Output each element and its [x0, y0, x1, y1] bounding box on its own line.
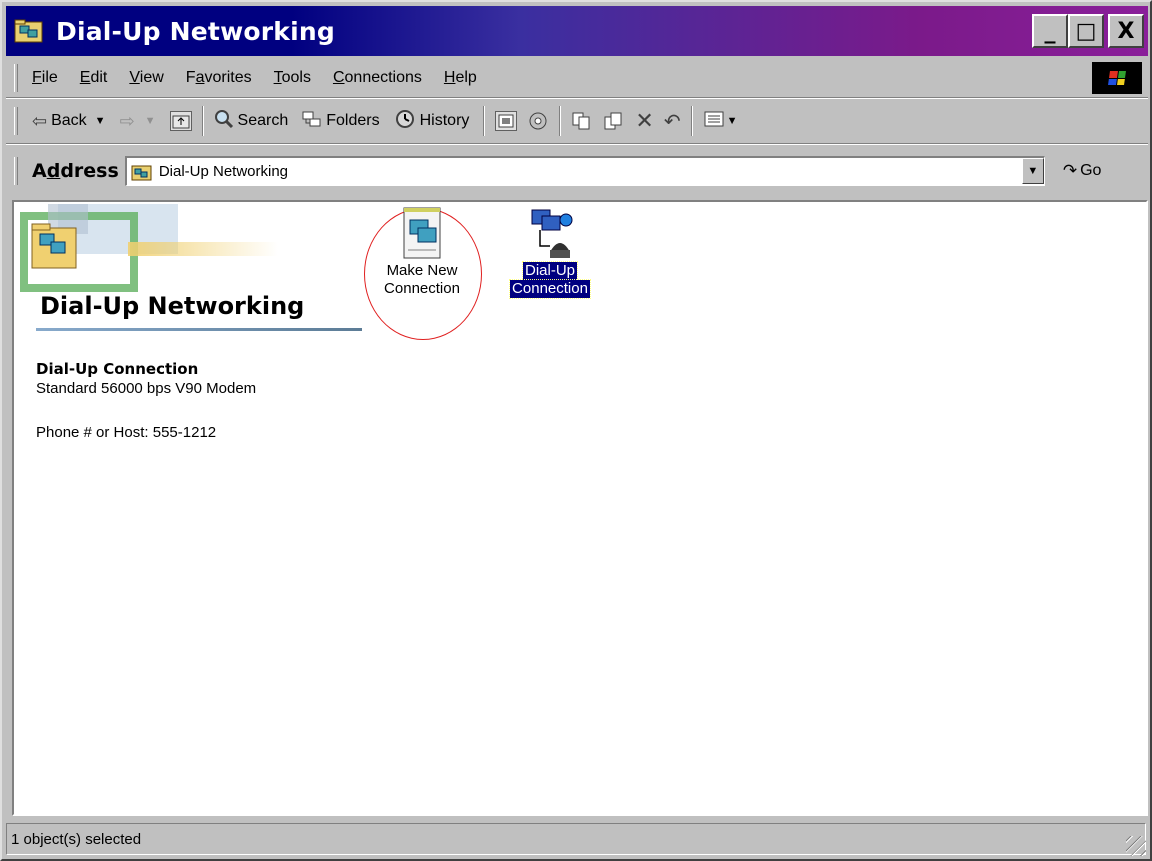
resize-grip[interactable] [1126, 836, 1146, 856]
move-to-icon[interactable] [495, 111, 518, 131]
status-pane: 1 object(s) selected [6, 823, 1146, 855]
make-new-connection-label-2: Connection [384, 280, 460, 297]
back-arrow-icon: ⇦ [32, 110, 48, 131]
make-new-connection-item[interactable]: Make New Connection [370, 206, 474, 298]
folders-icon [302, 109, 322, 134]
info-device: Standard 56000 bps V90 Modem [36, 380, 257, 397]
minimize-icon: _ [1044, 18, 1056, 44]
up-folder-icon[interactable] [169, 111, 192, 131]
back-dropdown-icon[interactable]: ▼ [95, 115, 106, 127]
explorer-window: Dial-Up Networking _ □ X File Edit View … [0, 0, 1152, 861]
address-input[interactable]: Dial-Up Networking ▼ [124, 156, 1045, 186]
toolbar-separator [201, 106, 204, 136]
toolbar-separator [559, 106, 562, 136]
history-button[interactable]: History [394, 109, 469, 134]
undo-icon[interactable]: ↶ [664, 109, 681, 134]
menubar-grip[interactable] [14, 64, 18, 92]
standard-toolbar: ⇦ Back ▼ ⇨ ▼ Search Folders History ✕ ↶ … [6, 100, 1148, 142]
addressbar-grip[interactable] [14, 157, 18, 185]
menu-separator [6, 97, 1148, 99]
forward-arrow-icon: ⇨ [119, 110, 135, 131]
close-button[interactable]: X [1108, 14, 1144, 48]
menu-view[interactable]: View [129, 69, 163, 87]
toolbar-grip[interactable] [14, 107, 18, 135]
dialup-connection-label-1: Dial-Up [521, 261, 579, 281]
forward-dropdown-icon[interactable]: ▼ [145, 115, 156, 127]
copy-to-icon[interactable] [527, 111, 549, 131]
title-bar[interactable]: Dial-Up Networking _ □ X [6, 6, 1148, 56]
views-dropdown-icon: ▼ [726, 115, 738, 127]
status-text: 1 object(s) selected [11, 830, 142, 848]
info-connection-name: Dial-Up Connection [36, 360, 199, 378]
back-button[interactable]: ⇦ Back ▼ [32, 111, 106, 132]
folders-button[interactable]: Folders [302, 109, 380, 134]
delete-icon[interactable]: ✕ [635, 108, 653, 134]
search-icon [214, 109, 234, 134]
maximize-icon: □ [1075, 18, 1097, 44]
go-arrow-icon: ↷ [1062, 161, 1078, 180]
make-new-connection-icon [370, 206, 474, 262]
maximize-button[interactable]: □ [1068, 14, 1104, 48]
status-bar: 1 object(s) selected [6, 820, 1148, 858]
paste-icon[interactable] [603, 111, 625, 131]
dialup-connection-icon [498, 206, 602, 262]
banner-title: Dial-Up Networking [40, 292, 305, 320]
search-button[interactable]: Search [214, 109, 288, 134]
minimize-button[interactable]: _ [1032, 14, 1068, 48]
menu-help[interactable]: Help [444, 69, 477, 87]
menu-bar: File Edit View Favorites Tools Connectio… [6, 60, 1148, 96]
views-icon [703, 109, 725, 134]
dialup-connection-label-2: Connection [509, 279, 591, 299]
toolbar-separator-line [6, 143, 1148, 145]
toolbar-separator [483, 106, 486, 136]
window-title: Dial-Up Networking [56, 16, 335, 46]
menu-file[interactable]: File [32, 69, 58, 87]
folder-view[interactable]: Dial-Up Networking Dial-Up Connection St… [12, 200, 1148, 816]
address-bar: Address Dial-Up Networking ▼ ↷ Go [6, 148, 1148, 194]
info-phone: Phone # or Host: 555-1212 [36, 424, 217, 441]
forward-button[interactable]: ⇨ ▼ [120, 111, 156, 132]
address-value: Dial-Up Networking [158, 163, 289, 180]
windows-logo-icon [1092, 62, 1142, 94]
menu-tools[interactable]: Tools [274, 69, 311, 87]
banner-graphic [20, 204, 278, 292]
menu-edit[interactable]: Edit [80, 69, 108, 87]
close-icon: X [1117, 18, 1135, 44]
history-icon [394, 109, 416, 134]
dialup-connection-item[interactable]: Dial-Up Connection [498, 206, 602, 299]
menu-connections[interactable]: Connections [333, 69, 422, 87]
go-button[interactable]: ↷ Go [1063, 161, 1102, 181]
cut-icon[interactable] [571, 111, 593, 131]
make-new-connection-label-1: Make New [386, 262, 458, 279]
views-button[interactable]: ▼ [703, 109, 738, 134]
dialup-folder-icon [131, 163, 153, 181]
folder-banner: Dial-Up Networking [18, 204, 362, 332]
toolbar-separator [690, 106, 693, 136]
banner-underline [36, 328, 362, 331]
menu-favorites[interactable]: Favorites [186, 69, 252, 87]
address-dropdown-icon[interactable]: ▼ [1021, 158, 1044, 184]
dialup-folder-icon [14, 18, 44, 44]
address-label: Address [32, 160, 119, 182]
